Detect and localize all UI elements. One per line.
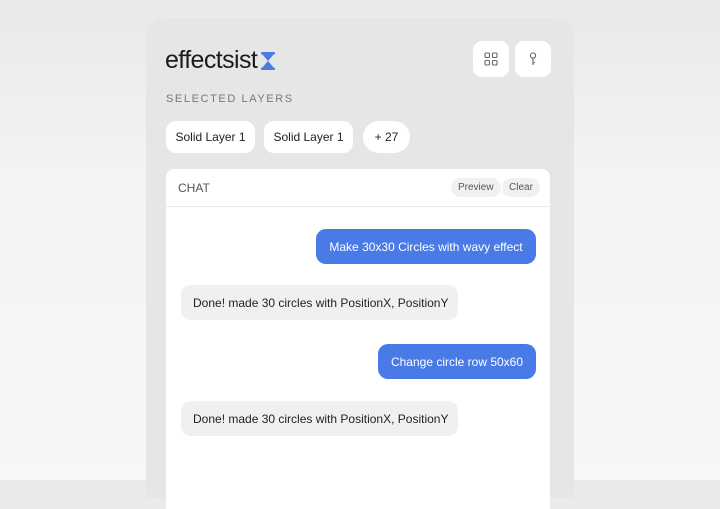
grid-icon	[484, 52, 498, 66]
selected-layers-label: SELECTED LAYERS	[166, 93, 294, 105]
app-logo: effectsist	[165, 46, 276, 75]
grid-button[interactable]	[473, 41, 509, 77]
chat-panel: CHAT Preview Clear Make 30x30 Circles wi…	[166, 169, 550, 509]
assistant-message: Done! made 30 circles with PositionX, Po…	[181, 285, 458, 320]
chat-header: CHAT Preview Clear	[166, 169, 550, 207]
app-name: effectsist	[165, 46, 258, 74]
assistant-panel: effectsist SELECTED LAYERS Solid Layer 1…	[146, 18, 574, 509]
layer-chip[interactable]: Solid Layer 1	[264, 121, 353, 153]
hourglass-logo-icon	[261, 51, 276, 70]
layer-chip[interactable]: Solid Layer 1	[166, 121, 255, 153]
assistant-message: Done! made 30 circles with PositionX, Po…	[181, 401, 458, 436]
key-button[interactable]	[515, 41, 551, 77]
user-message: Make 30x30 Circles with wavy effect	[316, 229, 536, 264]
key-icon	[529, 52, 537, 65]
clear-button[interactable]: Clear	[502, 178, 540, 197]
preview-button[interactable]: Preview	[451, 178, 501, 197]
chat-title: CHAT	[178, 181, 210, 195]
user-message: Change circle row 50x60	[378, 344, 536, 379]
more-layers-chip[interactable]: + 27	[363, 121, 410, 153]
